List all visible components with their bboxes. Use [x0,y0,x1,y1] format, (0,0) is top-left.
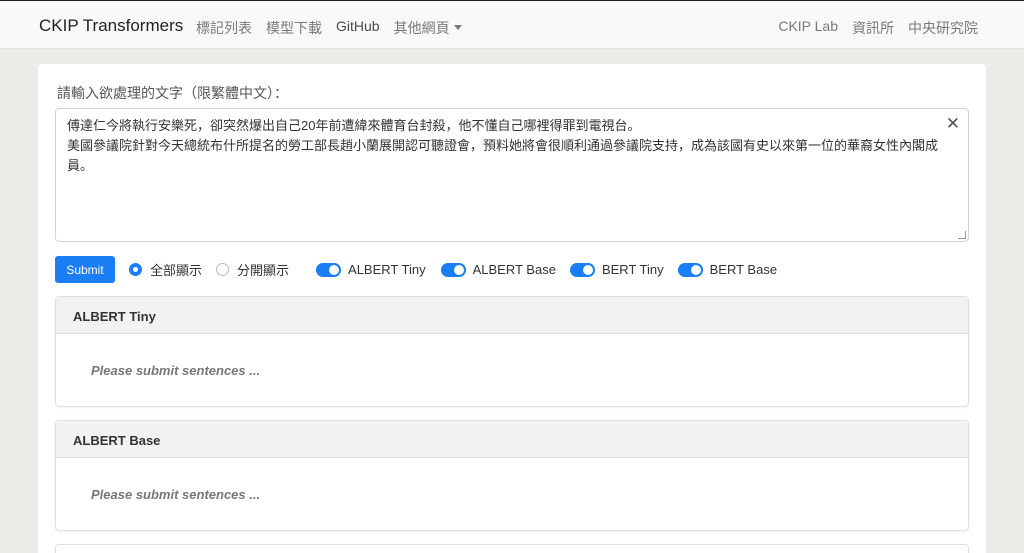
toggle-switch-icon[interactable] [569,262,595,277]
prompt-label: 請輸入欲處理的文字（限繁體中文）： [57,85,288,101]
close-icon[interactable]: ✕ [946,114,960,134]
nav-right: CKIP Lab 資訊所 中央研究院 [778,18,978,38]
navbar: CKIP Transformers 標記列表 模型下載 GitHub 其他網頁 … [0,0,1024,49]
toggle-bert-base[interactable]: BERT Base [677,262,778,277]
radio-show-separate-label: 分開顯示 [237,263,290,278]
toggle-switch-icon[interactable] [440,262,466,277]
submit-button[interactable]: Submit [55,256,115,283]
nav-item-sinica[interactable]: 中央研究院 [908,18,978,38]
radio-show-separate[interactable]: 分開顯示 [216,260,289,279]
radio-selected-icon[interactable] [129,263,142,276]
controls-row: Submit 全部顯示 分開顯示 ALBERT Tiny ALBERT Base… [55,256,777,283]
nav-item-ckip-lab[interactable]: CKIP Lab [778,18,838,38]
brand-title[interactable]: CKIP Transformers [39,16,183,36]
nav-item-iis[interactable]: 資訊所 [852,18,894,38]
resize-handle-icon[interactable] [958,231,966,239]
toggle-albert-base[interactable]: ALBERT Base [440,262,556,277]
chevron-down-icon [453,25,462,30]
result-panel-albert-tiny: ALBERT Tiny Please submit sentences ... [55,296,969,407]
toggle-albert-base-label: ALBERT Base [472,262,556,277]
toggle-bert-base-label: BERT Base [709,262,778,277]
text-input-value[interactable]: 傅達仁今將執行安樂死，卻突然爆出自己20年前遭緯來體育台封殺，他不懂自己哪裡得罪… [67,116,957,176]
result-panel-albert-base: ALBERT Base Please submit sentences ... [55,420,969,531]
toggle-bert-tiny[interactable]: BERT Tiny [569,262,664,277]
nav-left: 標記列表 模型下載 GitHub 其他網頁 [196,18,462,38]
toggle-switch-icon[interactable] [316,262,342,277]
toggle-albert-tiny-label: ALBERT Tiny [348,262,426,277]
nav-item-model-download[interactable]: 模型下載 [266,18,322,38]
toggle-albert-tiny[interactable]: ALBERT Tiny [316,262,426,277]
radio-show-all-label: 全部顯示 [150,263,203,278]
nav-item-tag-list[interactable]: 標記列表 [196,18,252,38]
toggle-bert-tiny-label: BERT Tiny [601,262,664,277]
nav-item-other-pages[interactable]: 其他網頁 [394,18,462,38]
radio-unselected-icon[interactable] [216,263,230,276]
panel-message: Please submit sentences ... [91,363,261,378]
nav-item-other-pages-label: 其他網頁 [393,20,450,36]
text-input[interactable]: 傅達仁今將執行安樂死，卻突然爆出自己20年前遭緯來體育台封殺，他不懂自己哪裡得罪… [55,108,969,242]
result-panel-partial [55,544,969,553]
toggle-switch-icon[interactable] [677,262,703,277]
nav-item-github[interactable]: GitHub [336,18,380,38]
panel-title: ALBERT Tiny [56,297,968,334]
panel-message: Please submit sentences ... [91,487,261,502]
panel-title: ALBERT Base [56,421,968,458]
radio-show-all[interactable]: 全部顯示 [129,260,202,279]
main-card: 請輸入欲處理的文字（限繁體中文）： 傅達仁今將執行安樂死，卻突然爆出自己20年前… [38,64,986,553]
